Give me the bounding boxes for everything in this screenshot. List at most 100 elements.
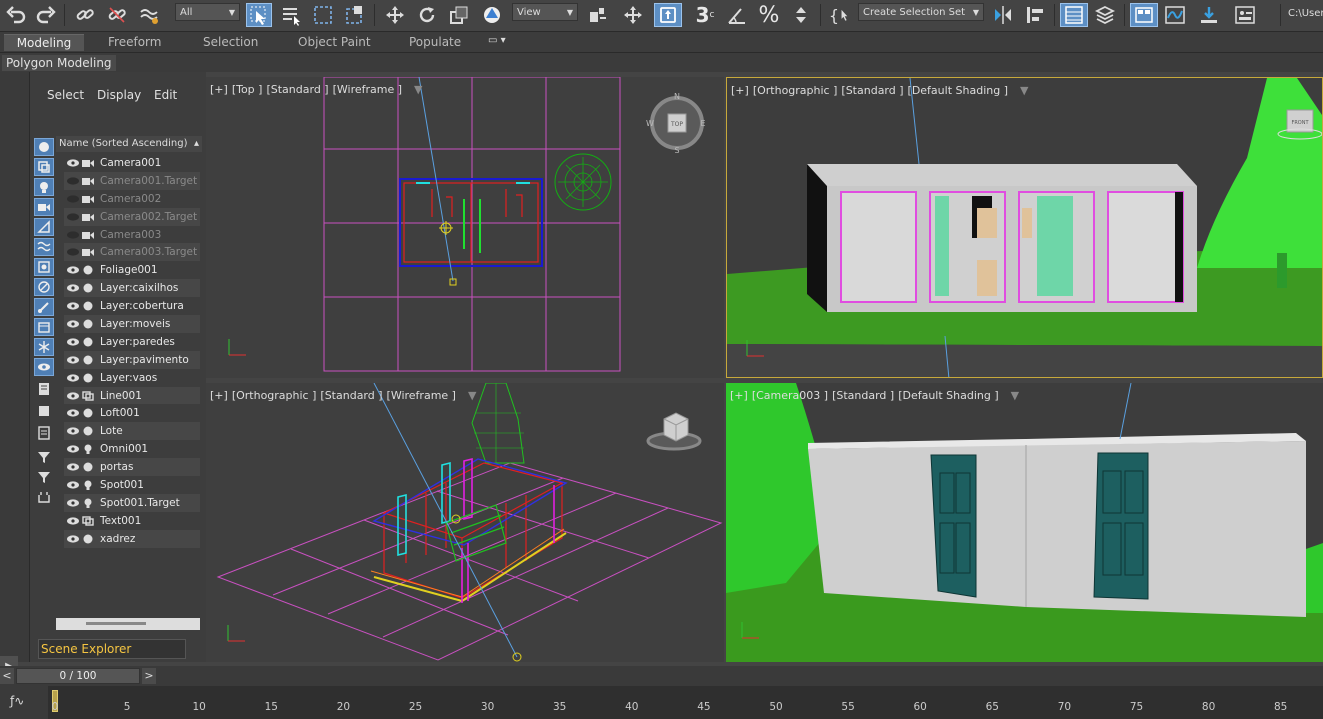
list-item[interactable]: Camera002.Target [64,207,200,226]
ribbon-options-icon[interactable]: ▭ ▾ [488,35,506,46]
visibility-eye-icon[interactable] [66,391,80,401]
selection-filter-dropdown[interactable]: All ▼ [175,3,240,21]
container-toggle-icon[interactable] [34,488,54,506]
pivot-center-icon[interactable] [584,3,610,27]
viewport-camera003[interactable]: [+] [Camera003 ] [Standard ] [Default Shadi… [726,383,1323,662]
scale-icon[interactable] [446,3,472,27]
filter-icon[interactable]: ▼ [414,83,422,96]
viewport-orthographic-shaded[interactable]: [+] [Orthographic ] [Standard ] [Default Sh… [726,77,1323,378]
invert-display-icon[interactable] [34,424,54,442]
viewport-orthographic-wireframe[interactable]: [+] [Orthographic ] [Standard ] [Wireframe … [206,383,724,662]
list-item[interactable]: Foliage001 [64,261,200,279]
visibility-eye-icon[interactable] [66,516,80,526]
edit-named-selection-icon[interactable]: { [826,3,856,27]
list-item[interactable]: Camera001.Target [64,171,200,190]
list-item[interactable]: Layer:paredes [64,333,200,351]
display-none-icon[interactable] [34,402,54,420]
viewport-label[interactable]: [+] [Orthographic ] [Standard ] [Default Sh… [731,84,1028,97]
visibility-eye-icon[interactable] [66,283,80,293]
spinner-snap-icon[interactable] [788,3,814,27]
scene-explorer-toggle-icon[interactable] [1060,3,1088,27]
display-geometry-icon[interactable] [34,138,54,156]
link-icon[interactable] [72,3,98,27]
select-by-name-icon[interactable] [278,3,304,27]
filter-options-icon[interactable] [34,448,54,466]
list-item[interactable]: Camera002 [64,190,200,208]
select-object-icon[interactable] [246,3,272,27]
list-item[interactable]: Camera003 [64,226,200,244]
list-item[interactable]: Layer:vaos [64,369,200,387]
undo-icon[interactable] [4,3,28,27]
visibility-eye-icon[interactable] [66,480,80,490]
list-item[interactable]: Layer:caixilhos [64,279,200,298]
placement-icon[interactable] [478,3,506,27]
hidden-eye-icon[interactable] [66,247,80,257]
redo-icon[interactable] [34,3,58,27]
filter-icon[interactable]: ▼ [1020,84,1028,97]
visibility-eye-icon[interactable] [66,355,80,365]
time-slider[interactable]: 0 / 100 [16,668,140,684]
list-item[interactable]: Spot001.Target [64,493,200,512]
render-setup-icon[interactable] [1196,3,1222,27]
display-shapes-icon[interactable] [34,158,54,176]
next-frame-button[interactable]: > [142,668,156,684]
tab-modeling[interactable]: Modeling [4,34,84,51]
polygon-modeling-label[interactable]: Polygon Modeling [2,55,116,71]
horizontal-scrollbar[interactable] [56,618,200,630]
display-helpers-icon[interactable] [34,218,54,236]
display-spacewarps-icon[interactable] [34,238,54,256]
list-item[interactable]: portas [64,458,200,477]
list-item[interactable]: Omni001 [64,440,200,458]
align-icon[interactable] [1022,3,1048,27]
visibility-eye-icon[interactable] [66,426,80,436]
window-crossing-icon[interactable] [342,3,368,27]
column-header-name[interactable]: Name (Sorted Ascending) ▴ [56,136,202,152]
list-item[interactable]: Text001 [64,512,200,530]
tab-object-paint[interactable]: Object Paint [290,34,379,51]
viewport-label[interactable]: [+] [Camera003 ] [Standard ] [Default Shadi… [730,389,1019,402]
rectangular-selection-icon[interactable] [310,3,336,27]
display-frozen-icon[interactable] [34,338,54,356]
previous-frame-button[interactable]: < [0,668,14,684]
percent-snap-icon[interactable]: % [756,3,782,28]
menu-select[interactable]: Select [47,88,84,102]
open-mini-curve-editor-icon[interactable]: ƒ∿ [0,686,48,719]
visibility-eye-icon[interactable] [66,534,80,544]
list-item[interactable]: Layer:pavimento [64,350,200,369]
list-item[interactable]: xadrez [64,529,200,548]
hidden-eye-icon[interactable] [66,212,80,222]
filter-icon[interactable] [34,468,54,486]
list-item[interactable]: Camera003.Target [64,243,200,262]
list-item[interactable]: Spot001 [64,476,200,494]
scrollbar-thumb[interactable] [86,622,146,625]
visibility-eye-icon[interactable] [66,301,80,311]
menu-display[interactable]: Display [97,88,141,102]
viewport-label[interactable]: [+] [Orthographic ] [Standard ] [Wireframe … [210,389,476,402]
mirror-icon[interactable] [990,3,1016,27]
tab-populate[interactable]: Populate [401,34,469,51]
rendered-frame-window-icon[interactable] [1232,3,1258,27]
tab-selection[interactable]: Selection [195,34,266,51]
hidden-eye-icon[interactable] [66,194,80,204]
visibility-eye-icon[interactable] [66,444,80,454]
visibility-eye-icon[interactable] [66,319,80,329]
display-lights-icon[interactable] [34,178,54,196]
scene-explorer-footer[interactable]: Scene Explorer [38,639,186,659]
tab-freeform[interactable]: Freeform [100,34,169,51]
select-and-manipulate-icon[interactable] [620,3,646,27]
display-containers-icon[interactable] [34,318,54,336]
filter-icon[interactable]: ▼ [1011,389,1019,402]
visibility-eye-icon[interactable] [66,498,80,508]
viewport-label[interactable]: [+] [Top ] [Standard ] [Wireframe ] ▼ [210,83,423,96]
list-item[interactable]: Loft001 [64,404,200,422]
viewport-top[interactable]: [+] [Top ] [Standard ] [Wireframe ] ▼ TOP [206,77,724,378]
ribbon-toggle-icon[interactable] [1130,3,1158,27]
display-cameras-icon[interactable] [34,198,54,216]
keyboard-shortcut-override-icon[interactable] [654,3,682,27]
display-bones-icon[interactable] [34,298,54,316]
track-bar[interactable]: ƒ∿ 0 5 10 15 20 25 30 35 40 45 50 55 60 65 70 75 80 85 [0,686,1323,719]
visibility-eye-icon[interactable] [66,265,80,275]
display-xrefs-icon[interactable] [34,278,54,296]
filter-icon[interactable]: ▼ [468,389,476,402]
visibility-eye-icon[interactable] [66,337,80,347]
